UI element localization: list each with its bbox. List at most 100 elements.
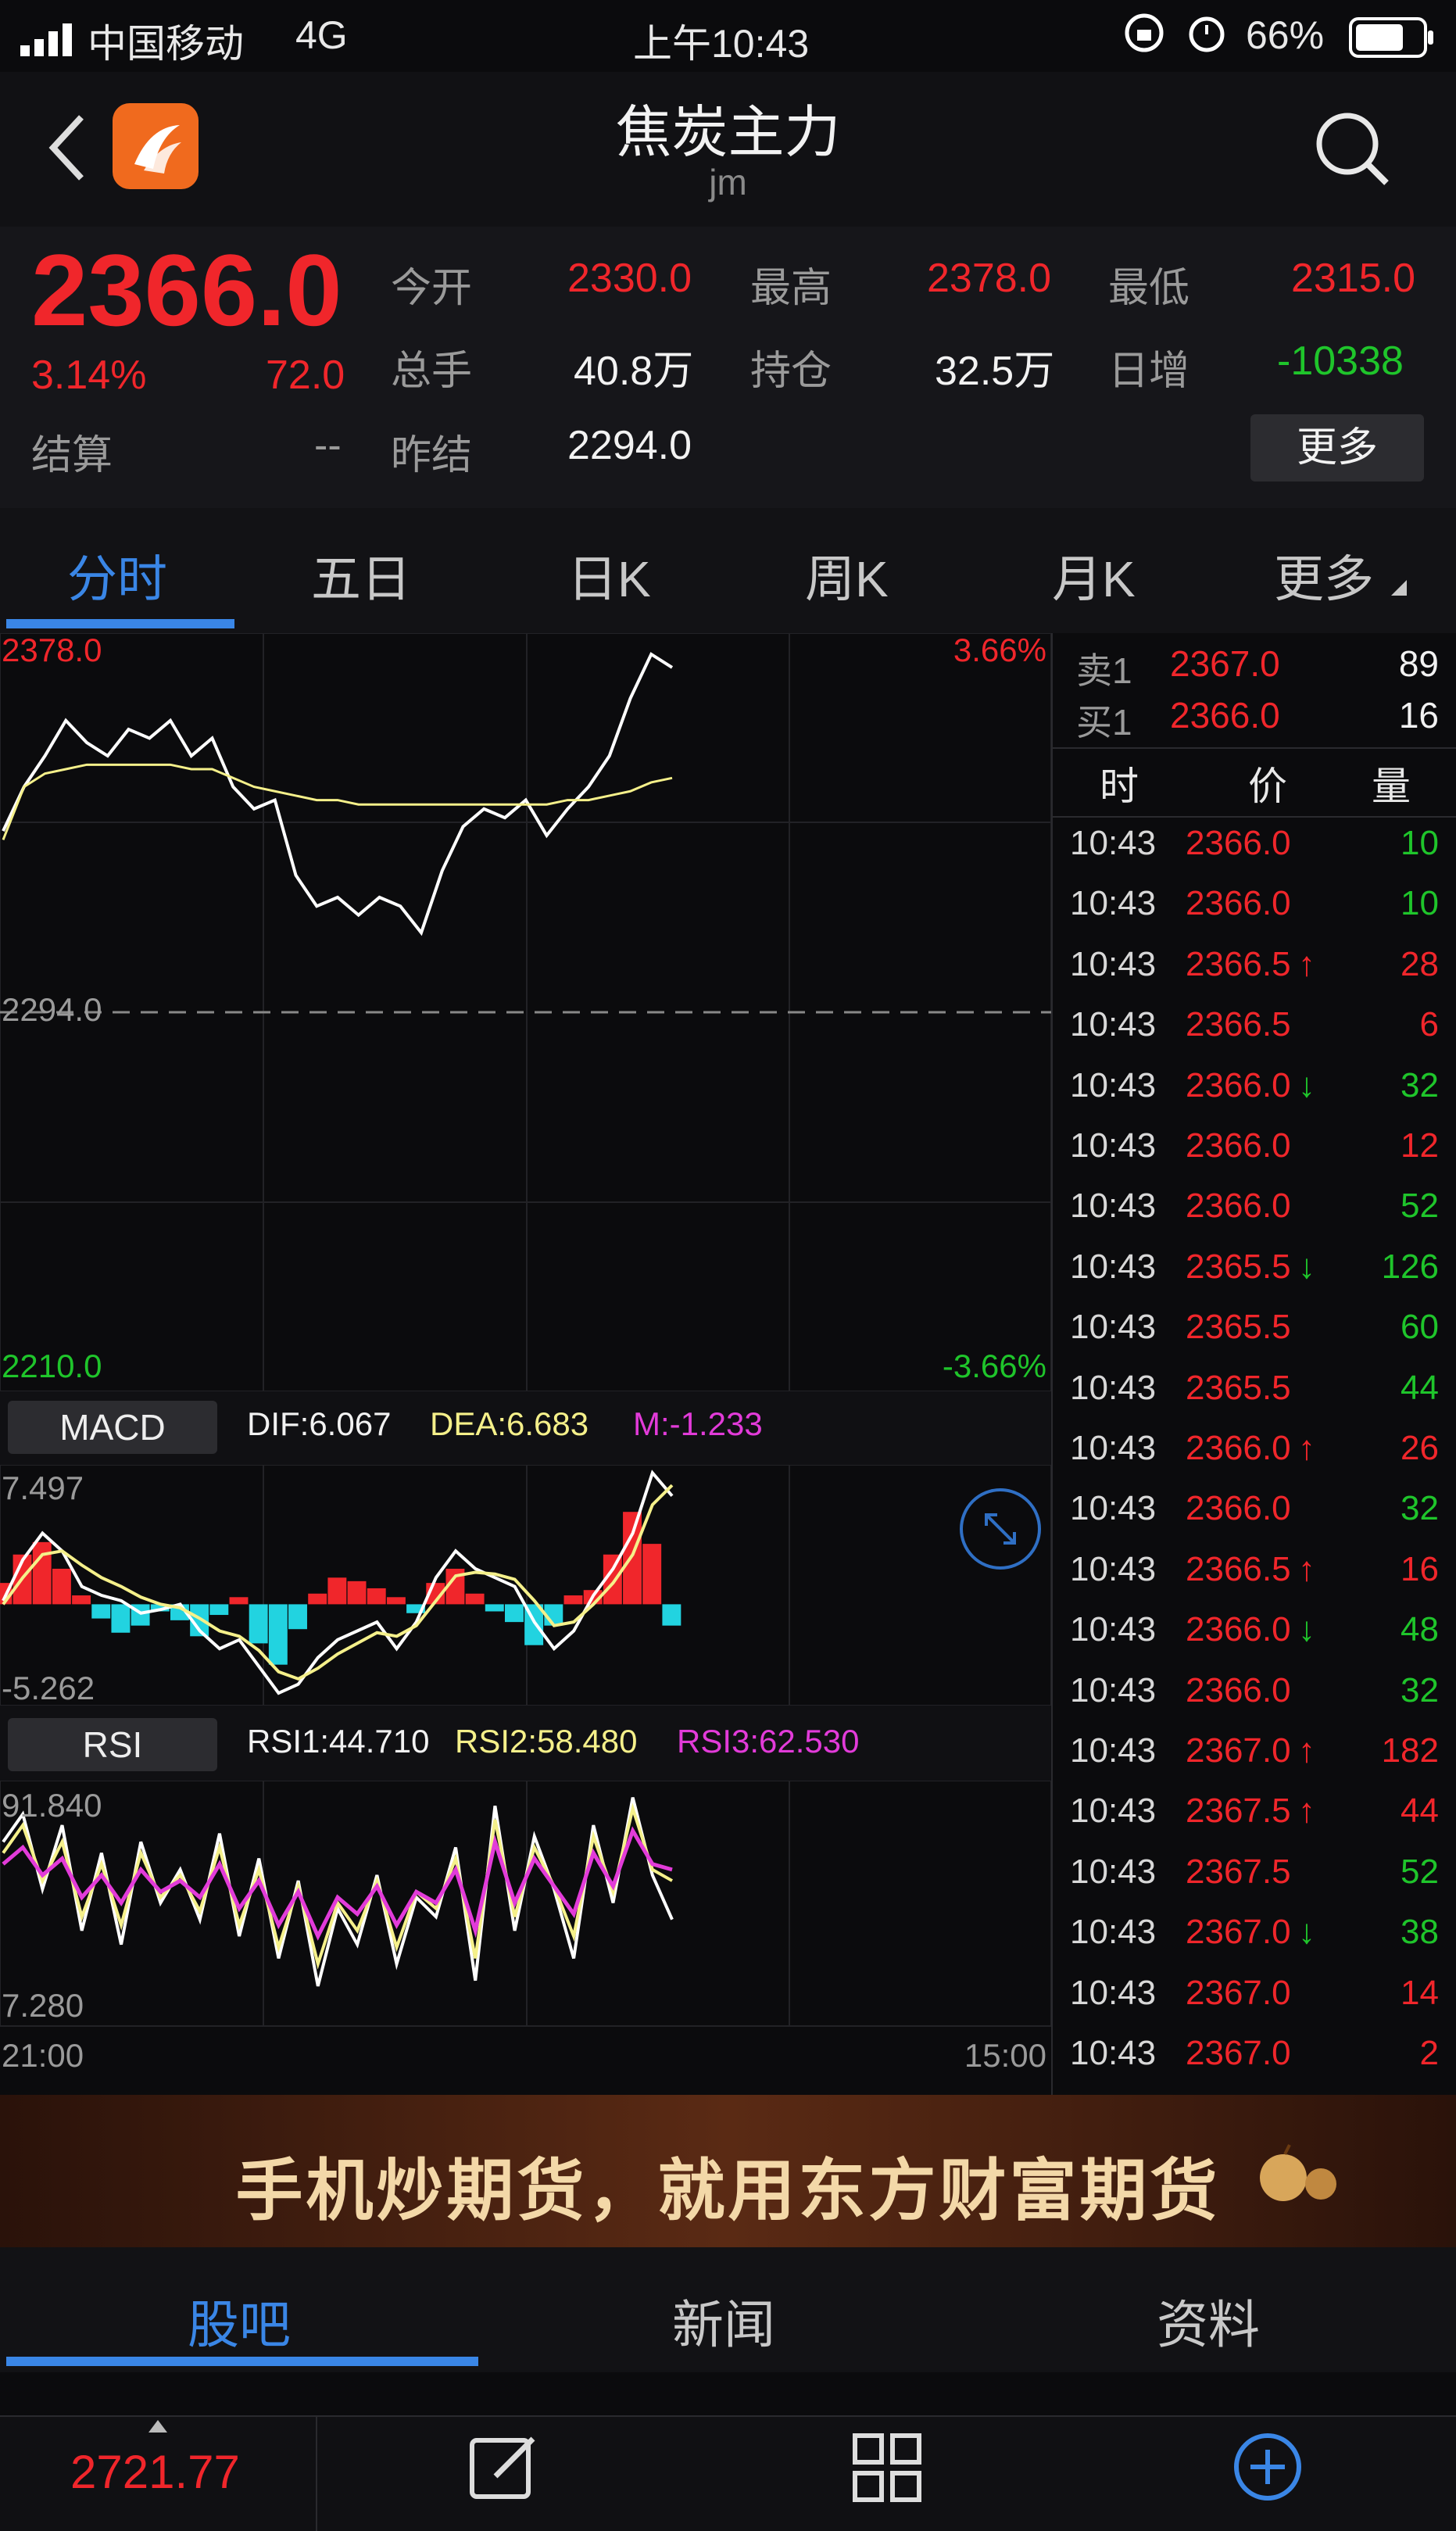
last-price: 2366.0 xyxy=(31,233,342,347)
active-tab-indicator xyxy=(6,2357,478,2366)
tick-down-arrow-icon: ↓ xyxy=(1298,1247,1315,1286)
prev-settle-value: 2294.0 xyxy=(567,423,692,468)
field-label: 持仓 xyxy=(750,349,832,394)
rsi1-line xyxy=(2,1797,674,1987)
tick-row: 10:43 2366.0 ↓ 32 xyxy=(1053,1066,1456,1126)
field-value: -10338 xyxy=(1277,338,1404,384)
search-icon[interactable] xyxy=(1313,109,1391,192)
macd-bar xyxy=(288,1604,307,1630)
rsi1-label: RSI1:44.710 xyxy=(247,1723,430,1760)
active-tab-indicator xyxy=(6,619,234,628)
ask-volume: 89 xyxy=(1398,643,1439,684)
tab-forum[interactable]: 股吧 xyxy=(188,2283,291,2358)
field-value: 2378.0 xyxy=(927,256,1052,301)
dropdown-triangle-icon xyxy=(1391,580,1407,600)
apple-icon xyxy=(1255,2143,1341,2210)
tab-news[interactable]: 新闻 xyxy=(672,2283,775,2358)
tick-row: 10:43 2365.5 44 xyxy=(1053,1369,1456,1429)
tab-monthly-k[interactable]: 月K xyxy=(1052,539,1136,611)
tick-up-arrow-icon: ↑ xyxy=(1298,1549,1315,1588)
ad-banner[interactable]: 手机炒期货，就用东方财富期货 xyxy=(0,2095,1456,2247)
tab-daily-k[interactable]: 日K xyxy=(567,539,651,611)
tick-price: 2367.0 xyxy=(1186,1913,1291,1952)
macd-axis-bottom-label: -5.262 xyxy=(2,1670,95,1706)
network-label: 4G xyxy=(295,13,348,57)
macd-dif-label: DIF:6.067 xyxy=(247,1405,392,1442)
tick-volume: 28 xyxy=(1401,944,1439,983)
tick-price: 2366.0 xyxy=(1186,824,1291,862)
page-subtitle-code: jm xyxy=(709,162,747,202)
field-value: 2330.0 xyxy=(567,256,692,301)
field-value: 40.8万 xyxy=(574,349,694,394)
tick-volume: 60 xyxy=(1401,1308,1439,1347)
tick-up-arrow-icon: ↑ xyxy=(1298,944,1315,983)
field-label: 最高 xyxy=(750,266,832,311)
chart-tabs: 分时 五日 日K 周K 月K 更多 xyxy=(0,508,1456,633)
tick-time: 10:43 xyxy=(1070,1308,1157,1347)
tick-volume: 32 xyxy=(1401,1065,1439,1104)
tick-row: 10:43 2366.5 6 xyxy=(1053,1005,1456,1065)
chart-svg xyxy=(0,632,1052,2027)
add-watchlist-icon[interactable] xyxy=(1232,2431,1304,2507)
tick-time: 10:43 xyxy=(1070,2034,1157,2072)
banner-text: 手机炒期货，就用东方财富期货 xyxy=(235,2153,1221,2228)
tick-down-arrow-icon: ↓ xyxy=(1298,1065,1315,1104)
tick-time: 10:43 xyxy=(1070,1731,1157,1770)
tick-row: 10:43 2366.0 12 xyxy=(1053,1126,1456,1187)
macd-bar xyxy=(268,1604,288,1665)
page-title: 焦炭主力 xyxy=(615,102,841,164)
tick-time: 10:43 xyxy=(1070,824,1157,862)
rsi-indicator-chip[interactable]: RSI xyxy=(8,1718,217,1771)
tick-price: 2366.5 xyxy=(1186,1005,1291,1044)
tick-time: 10:43 xyxy=(1070,1973,1157,2012)
more-button[interactable]: 更多 xyxy=(1250,414,1424,481)
macd-bar xyxy=(229,1597,249,1605)
tick-price: 2366.0 xyxy=(1186,1429,1291,1467)
tab-more[interactable]: 更多 xyxy=(1274,539,1374,611)
macd-m-label: M:-1.233 xyxy=(633,1405,763,1442)
tick-price: 2366.0 xyxy=(1186,1670,1291,1709)
price-line xyxy=(2,652,674,936)
expand-icon[interactable] xyxy=(958,1487,1043,1575)
tick-price: 2366.0 xyxy=(1186,1610,1291,1649)
bid-row: 买1 2366.0 16 xyxy=(1053,694,1456,754)
tick-row: 10:43 2366.5 ↑ 28 xyxy=(1053,945,1456,1005)
tick-volume: 10 xyxy=(1401,824,1439,862)
tick-row: 10:43 2367.0 ↑ 182 xyxy=(1053,1731,1456,1792)
tab-intraday[interactable]: 分时 xyxy=(67,539,167,611)
tick-price: 2365.5 xyxy=(1186,1368,1291,1407)
quote-panel: 2366.0 3.14% 72.0 今开 2330.0 最高 2378.0 最低… xyxy=(0,227,1456,508)
divider xyxy=(1053,816,1456,818)
tick-volume: 32 xyxy=(1401,1489,1439,1528)
pct-axis-top-label: 3.66% xyxy=(953,632,1046,668)
grid-icon[interactable] xyxy=(852,2433,922,2507)
tab-weekly-k[interactable]: 周K xyxy=(805,539,889,611)
macd-indicator-chip[interactable]: MACD xyxy=(8,1401,217,1454)
tick-row: 10:43 2366.0 32 xyxy=(1053,1671,1456,1731)
tab-five-day[interactable]: 五日 xyxy=(311,539,411,611)
tick-time: 10:43 xyxy=(1070,1429,1157,1467)
macd-bar xyxy=(327,1577,347,1605)
macd-bar xyxy=(209,1604,229,1616)
tick-row: 10:43 2367.5 52 xyxy=(1053,1853,1456,1913)
tick-row: 10:43 2367.0 2 xyxy=(1053,2034,1456,2094)
index-value[interactable]: 2721.77 xyxy=(70,2445,240,2499)
rsi-axis-bottom-label: 7.280 xyxy=(2,1987,84,2024)
tick-price: 2367.0 xyxy=(1186,1731,1291,1770)
tick-volume: 126 xyxy=(1381,1247,1439,1286)
tick-time: 10:43 xyxy=(1070,1126,1157,1165)
rsi2-label: RSI2:58.480 xyxy=(455,1723,638,1760)
tick-time: 10:43 xyxy=(1070,1065,1157,1104)
chart-grid xyxy=(0,632,1052,2027)
ticks-header: 时 价 量 xyxy=(1053,755,1456,815)
edit-icon[interactable] xyxy=(469,2433,539,2507)
macd-bar xyxy=(662,1604,681,1626)
bid-label: 买1 xyxy=(1076,702,1132,743)
panel-frame xyxy=(0,1780,1052,2027)
tick-time: 10:43 xyxy=(1070,1610,1157,1649)
ask-price: 2367.0 xyxy=(1170,643,1280,684)
price-panel xyxy=(0,652,1051,1014)
tab-profile[interactable]: 资料 xyxy=(1157,2283,1260,2358)
macd-bar xyxy=(563,1595,583,1605)
chart-area[interactable]: 2378.0 3.66% 2294.0 2210.0 -3.66% MACD D… xyxy=(0,632,1052,2095)
